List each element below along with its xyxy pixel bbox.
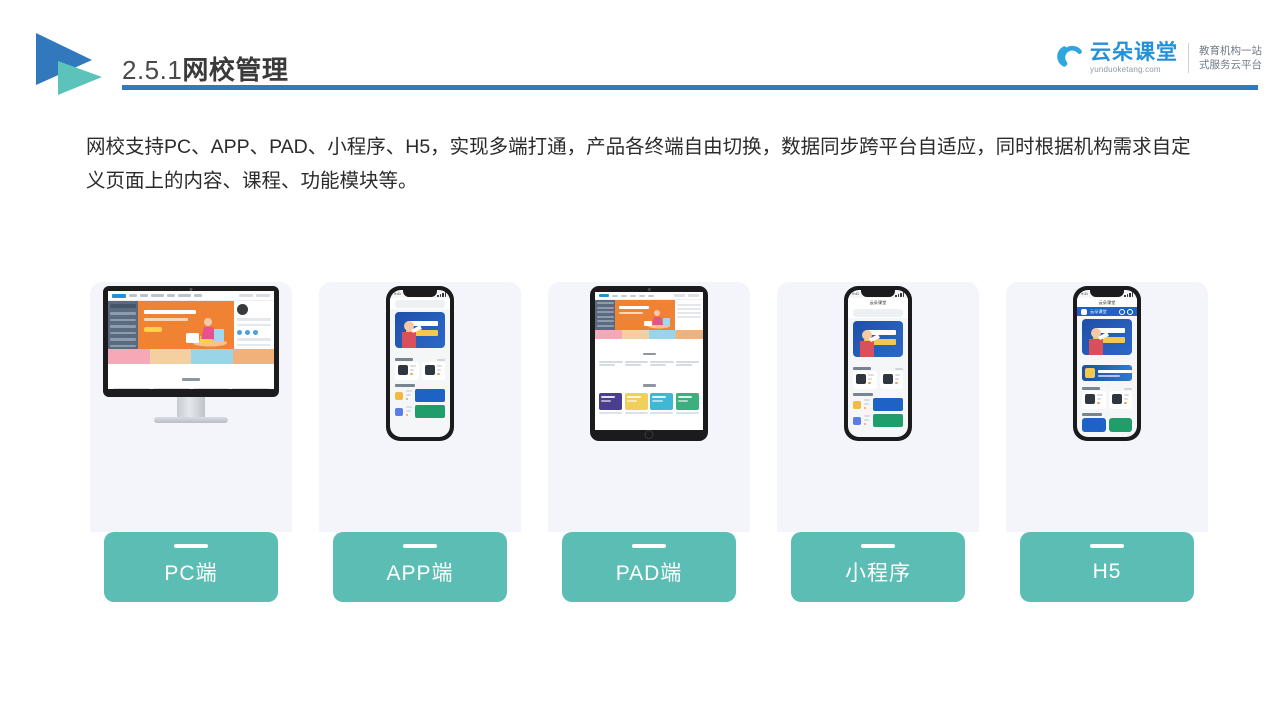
h5-promo-banner[interactable] (1082, 365, 1132, 381)
desktop-monitor-icon (103, 286, 279, 423)
platform-button-app[interactable]: APP端 (333, 532, 507, 602)
platform-card-row: PC端 9:41 APP端 PAD端 9:41 云朵课堂 小程序 9:41 云朵… (90, 282, 1208, 602)
button-accent-bar (1090, 544, 1124, 548)
brand-name: 云朵课堂 (1090, 41, 1178, 64)
platform-card-h5[interactable]: 9:41 云朵课堂 云朵课堂 H5 (1006, 282, 1208, 602)
platform-button-miniprogram[interactable]: 小程序 (791, 532, 965, 602)
brand-mark-icon (1081, 308, 1087, 315)
device-stage-miniprogram: 9:41 云朵课堂 (791, 282, 965, 530)
platform-button-h5[interactable]: H5 (1020, 532, 1194, 602)
button-accent-bar (403, 544, 437, 548)
brand-domain: yunduoketang.com (1090, 65, 1161, 74)
platform-label: 小程序 (845, 562, 911, 585)
page-title: 2.5.1网校管理 (122, 50, 288, 87)
title-underline-rule (122, 85, 1258, 90)
platform-label: PC端 (164, 562, 218, 585)
device-stage-pad (562, 282, 736, 530)
platform-card-pad[interactable]: PAD端 (548, 282, 750, 602)
h5-header-actions[interactable] (1119, 308, 1133, 315)
tablet-icon (590, 286, 708, 441)
h5-header-brand: 云朵课堂 (1090, 308, 1107, 314)
h5-browser-title: 云朵课堂 (1077, 298, 1137, 307)
platform-button-pad[interactable]: PAD端 (562, 532, 736, 602)
platform-label: APP端 (386, 562, 454, 585)
smartphone-icon: 9:41 (386, 286, 454, 441)
slide-header: 2.5.1网校管理 云朵课堂 yunduoketang.com 教育机构一站 式… (0, 0, 1280, 110)
platform-label: PAD端 (615, 562, 683, 585)
section-title-cn: 网校管理 (182, 55, 289, 85)
device-stage-h5: 9:41 云朵课堂 云朵课堂 (1020, 282, 1194, 530)
miniprogram-titlebar: 云朵课堂 (848, 298, 908, 307)
platform-button-pc[interactable]: PC端 (104, 532, 278, 602)
smartphone-icon: 9:41 云朵课堂 (844, 286, 912, 441)
platform-card-app[interactable]: 9:41 APP端 (319, 282, 521, 602)
platform-card-pc[interactable]: PC端 (90, 282, 292, 602)
brand-tagline-line1: 教育机构一站 (1199, 45, 1262, 57)
brand-tagline: 教育机构一站 式服务云平台 (1199, 44, 1262, 72)
button-accent-bar (861, 544, 895, 548)
brand-tagline-line2: 式服务云平台 (1199, 59, 1262, 71)
smartphone-icon: 9:41 云朵课堂 云朵课堂 (1073, 286, 1141, 441)
device-stage-app: 9:41 (333, 282, 507, 530)
platform-card-miniprogram[interactable]: 9:41 云朵课堂 小程序 (777, 282, 979, 602)
section-number: 2.5.1 (122, 55, 183, 85)
double-triangle-play-logo (28, 27, 108, 99)
lead-paragraph: 网校支持PC、APP、PAD、小程序、H5，实现多端打通，产品各终端自由切换，数… (86, 136, 1191, 192)
cloud-icon (1057, 45, 1082, 67)
button-accent-bar (174, 544, 208, 548)
brand-divider (1188, 43, 1189, 73)
platform-label: H5 (1092, 560, 1122, 583)
brand-logo: 云朵课堂 yunduoketang.com 教育机构一站 式服务云平台 (1054, 36, 1262, 80)
h5-brand-header: 云朵课堂 (1077, 307, 1137, 316)
button-accent-bar (632, 544, 666, 548)
device-stage-pc (103, 282, 279, 530)
brand-wordmark: 云朵课堂 yunduoketang.com (1090, 42, 1178, 74)
